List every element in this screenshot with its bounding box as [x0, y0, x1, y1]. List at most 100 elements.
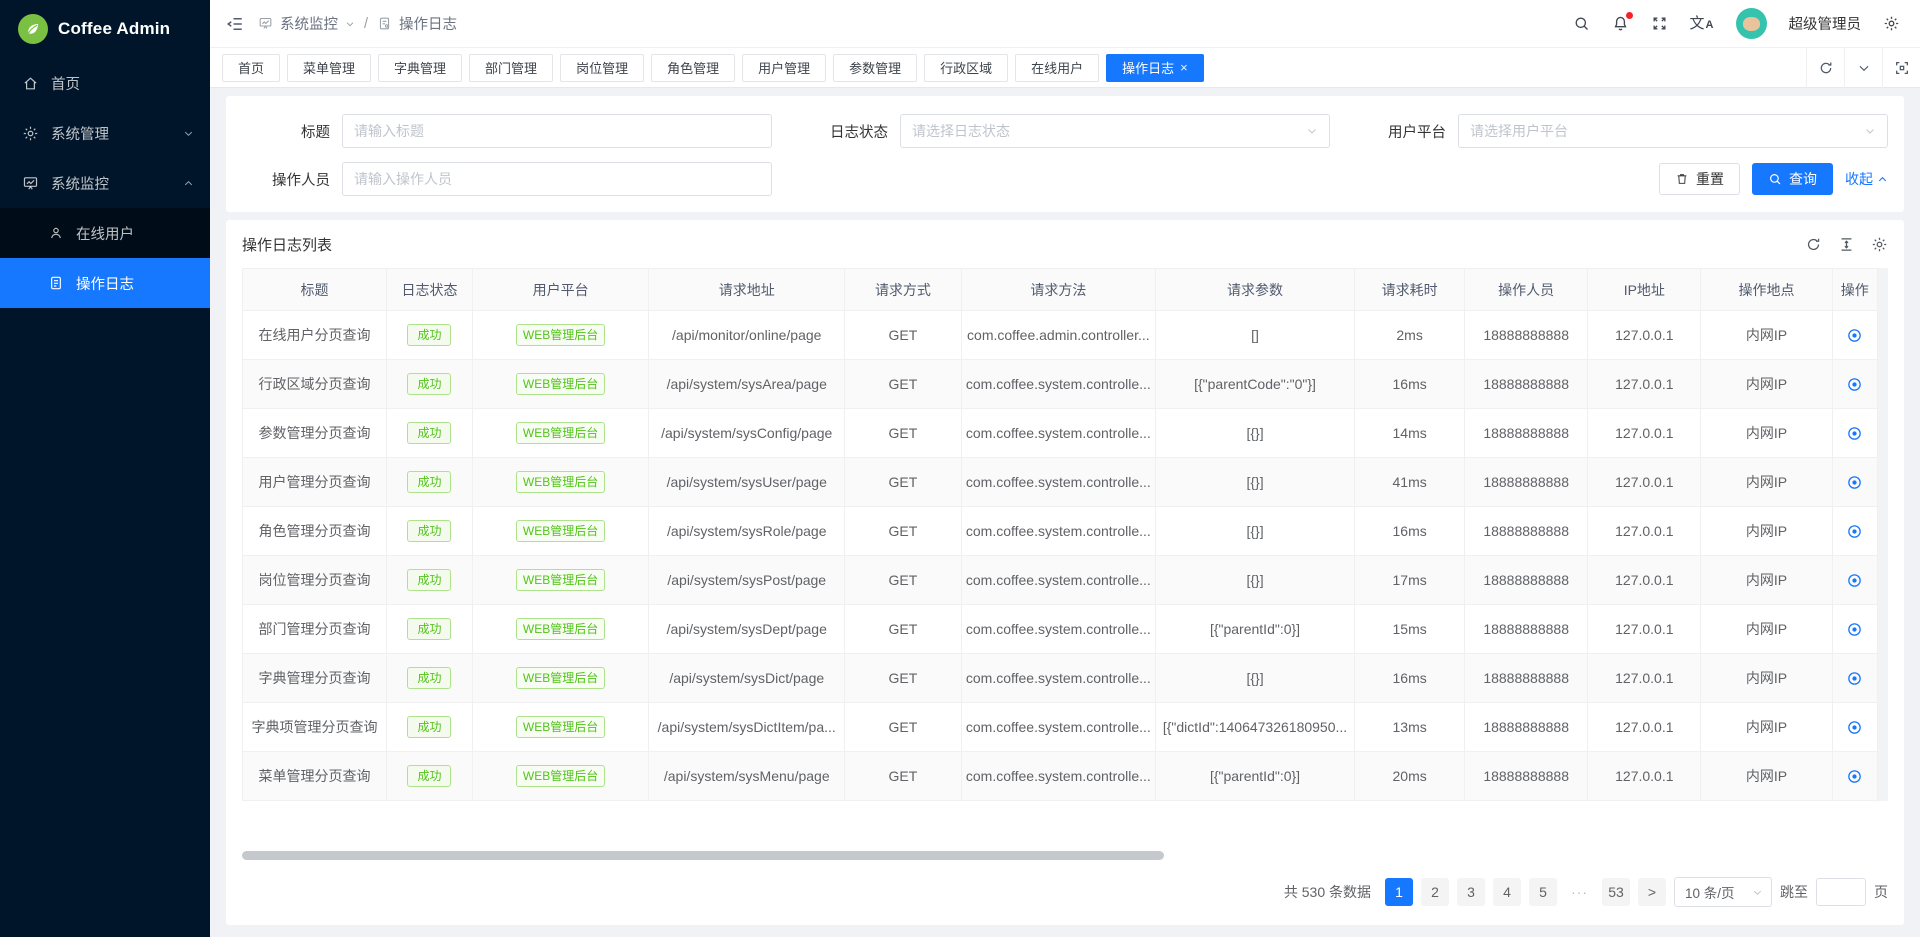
app-logo[interactable]: Coffee Admin: [0, 0, 210, 58]
view-detail-button[interactable]: [1832, 556, 1877, 605]
platform-badge: WEB管理后台: [516, 471, 605, 493]
vertical-scrollbar[interactable]: [1878, 268, 1888, 801]
gear-icon[interactable]: [1871, 236, 1888, 253]
chevron-down-icon[interactable]: [1844, 48, 1882, 88]
chevron-up-icon: [183, 178, 194, 189]
cell-status: 成功: [387, 409, 473, 458]
view-detail-button[interactable]: [1832, 360, 1877, 409]
collapse-filters-link[interactable]: 收起: [1845, 169, 1888, 189]
horizontal-scrollbar-thumb[interactable]: [242, 851, 1164, 860]
view-detail-button[interactable]: [1832, 703, 1877, 752]
cell-operator: 18888888888: [1465, 458, 1588, 507]
sidebar-item-online-users[interactable]: 在线用户: [0, 208, 210, 258]
sidebar-item-system-manage[interactable]: 系统管理: [0, 108, 210, 158]
tab-在线用户[interactable]: 在线用户: [1015, 54, 1099, 82]
horizontal-scrollbar[interactable]: [242, 851, 1888, 861]
eye-icon[interactable]: [1846, 670, 1863, 687]
eye-icon[interactable]: [1846, 572, 1863, 589]
platform-badge: WEB管理后台: [516, 422, 605, 444]
maximize-icon[interactable]: [1882, 48, 1920, 88]
eye-icon[interactable]: [1846, 719, 1863, 736]
status-badge: 成功: [407, 471, 451, 493]
refresh-icon[interactable]: [1806, 48, 1844, 88]
fullscreen-icon[interactable]: [1651, 15, 1668, 32]
tab-角色管理[interactable]: 角色管理: [651, 54, 735, 82]
cell-ip: 127.0.0.1: [1588, 409, 1701, 458]
tab-参数管理[interactable]: 参数管理: [833, 54, 917, 82]
tab-label: 用户管理: [758, 58, 810, 77]
next-page-button[interactable]: >: [1638, 878, 1666, 906]
sidebar-item-system-monitor[interactable]: 系统监控: [0, 158, 210, 208]
tab-菜单管理[interactable]: 菜单管理: [287, 54, 371, 82]
document-icon: [377, 16, 392, 31]
tab-行政区域[interactable]: 行政区域: [924, 54, 1008, 82]
eye-icon[interactable]: [1846, 327, 1863, 344]
sidebar-item-operation-log[interactable]: 操作日志: [0, 258, 210, 308]
eye-icon[interactable]: [1846, 621, 1863, 638]
tab-首页[interactable]: 首页: [222, 54, 280, 82]
trash-icon: [1675, 172, 1689, 186]
page-button-3[interactable]: 3: [1457, 878, 1485, 906]
cell-ip: 127.0.0.1: [1588, 605, 1701, 654]
eye-icon[interactable]: [1846, 768, 1863, 785]
search-button[interactable]: 查询: [1752, 163, 1833, 195]
page-size-select[interactable]: 10 条/页: [1674, 877, 1772, 907]
translate-icon[interactable]: 文A: [1690, 16, 1714, 31]
view-detail-button[interactable]: [1832, 654, 1877, 703]
card-spacer: [242, 801, 1888, 849]
cell-operator: 18888888888: [1465, 507, 1588, 556]
main-area: 系统监控 / 操作日志 文A 超级管理员 首页菜单管理字典管理部门管理岗位管理角…: [210, 0, 1920, 937]
table-row: 字典管理分页查询成功WEB管理后台/api/system/sysDict/pag…: [243, 654, 1878, 703]
search-icon[interactable]: [1573, 15, 1590, 32]
page-button-1[interactable]: 1: [1385, 878, 1413, 906]
platform-select[interactable]: 请选择用户平台: [1458, 114, 1888, 148]
eye-icon[interactable]: [1846, 376, 1863, 393]
jump-page-input[interactable]: [1816, 878, 1866, 906]
title-input[interactable]: [354, 123, 760, 139]
cell-handler: com.coffee.system.controlle...: [961, 752, 1155, 801]
refresh-icon[interactable]: [1805, 236, 1822, 253]
sidebar-item-home[interactable]: 首页: [0, 58, 210, 108]
view-detail-button[interactable]: [1832, 311, 1877, 360]
tab-岗位管理[interactable]: 岗位管理: [560, 54, 644, 82]
cell-handler: com.coffee.system.controlle...: [961, 556, 1155, 605]
view-detail-button[interactable]: [1832, 409, 1877, 458]
user-name[interactable]: 超级管理员: [1789, 13, 1862, 34]
collapse-sidebar-icon[interactable]: [226, 15, 244, 33]
eye-icon[interactable]: [1846, 474, 1863, 491]
cell-params: [{"parentId":0}]: [1155, 752, 1354, 801]
page-button-2[interactable]: 2: [1421, 878, 1449, 906]
cell-params: [{"parentCode":"0"}]: [1155, 360, 1354, 409]
tab-部门管理[interactable]: 部门管理: [469, 54, 553, 82]
page-button-5[interactable]: 5: [1529, 878, 1557, 906]
gear-icon[interactable]: [1883, 15, 1900, 32]
view-detail-button[interactable]: [1832, 605, 1877, 654]
cell-platform: WEB管理后台: [472, 458, 648, 507]
cell-title: 部门管理分页查询: [243, 605, 387, 654]
line-height-icon[interactable]: [1838, 236, 1855, 253]
eye-icon[interactable]: [1846, 523, 1863, 540]
cell-location: 内网IP: [1701, 507, 1832, 556]
status-select[interactable]: 请选择日志状态: [900, 114, 1330, 148]
bell-icon[interactable]: [1612, 15, 1629, 32]
view-detail-button[interactable]: [1832, 458, 1877, 507]
cell-platform: WEB管理后台: [472, 703, 648, 752]
breadcrumb-item[interactable]: 系统监控: [280, 13, 338, 34]
tab-字典管理[interactable]: 字典管理: [378, 54, 462, 82]
tab-用户管理[interactable]: 用户管理: [742, 54, 826, 82]
tab-label: 角色管理: [667, 58, 719, 77]
cell-method: GET: [845, 703, 962, 752]
view-detail-button[interactable]: [1832, 752, 1877, 801]
cell-method: GET: [845, 458, 962, 507]
tab-操作日志[interactable]: 操作日志×: [1106, 54, 1204, 82]
eye-icon[interactable]: [1846, 425, 1863, 442]
page-button-53[interactable]: 53: [1602, 878, 1630, 906]
view-detail-button[interactable]: [1832, 507, 1877, 556]
reset-button[interactable]: 重置: [1659, 163, 1740, 195]
tab-close-icon[interactable]: ×: [1180, 61, 1188, 74]
avatar[interactable]: [1736, 8, 1767, 39]
cell-status: 成功: [387, 703, 473, 752]
sidebar-item-label: 首页: [51, 73, 194, 94]
page-button-4[interactable]: 4: [1493, 878, 1521, 906]
operator-input[interactable]: [354, 171, 760, 187]
